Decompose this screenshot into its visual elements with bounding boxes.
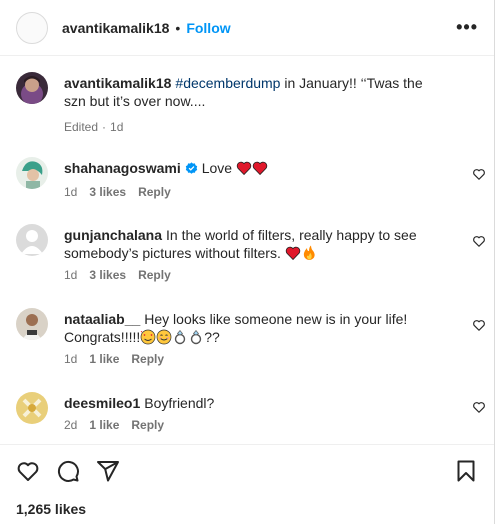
heart-emoji-icon (236, 161, 252, 176)
comment-username[interactable]: deesmileo1 (64, 395, 140, 411)
comment-meta: 1d 1 like Reply (64, 352, 164, 366)
caption-meta: Edited · 1d (64, 120, 123, 134)
post-caption: avantikamalik18 #decemberdump in January!… (16, 72, 486, 136)
more-options-icon[interactable]: ••• (456, 17, 478, 37)
comment-time[interactable]: 2d (64, 418, 77, 432)
like-comment-icon[interactable] (472, 167, 486, 181)
like-comment-icon[interactable] (472, 318, 486, 332)
comment-text: nataaliab__ Hey looks like someone new is… (64, 310, 446, 346)
comment-body: Love (201, 160, 233, 176)
post-header: avantikamalik18 • Follow ••• (0, 0, 494, 56)
caption-text: avantikamalik18 #decemberdump in January!… (64, 74, 446, 110)
ring-emoji-icon (175, 330, 186, 345)
caption-avatar[interactable] (16, 72, 48, 104)
action-bar: 1,265 likes (0, 444, 494, 524)
comment-text: gunjanchalana In the world of filters, re… (64, 226, 446, 262)
comment-item: shahanagoswami Love 1d 3 likes Reply (16, 157, 486, 205)
comment-username[interactable]: nataaliab__ (64, 311, 140, 327)
comment-avatar[interactable] (16, 224, 48, 256)
comment-text: deesmileo1 Boyfriendl? (64, 394, 446, 412)
reply-button[interactable]: Reply (131, 418, 164, 432)
comment-avatar[interactable] (16, 308, 48, 340)
comment-time[interactable]: 1d (64, 185, 77, 199)
fire-emoji-icon (303, 245, 315, 260)
comment-item: gunjanchalana In the world of filters, re… (16, 224, 486, 290)
comment-body: Boyfriendl? (144, 395, 215, 411)
comment-likes[interactable]: 1 like (89, 418, 119, 432)
smiling-face-hearts-emoji-icon (140, 329, 156, 345)
ring-emoji-icon (191, 330, 202, 345)
header-separator: • (175, 19, 181, 36)
comment-meta: 1d 3 likes Reply (64, 268, 171, 282)
comment-username[interactable]: shahanagoswami (64, 160, 181, 176)
comment-likes[interactable]: 1 like (89, 352, 119, 366)
bookmark-icon[interactable] (454, 459, 478, 483)
edited-label: Edited (64, 120, 99, 134)
caption-hashtag[interactable]: #decemberdump (175, 75, 280, 91)
heart-emoji-icon (285, 246, 300, 261)
comment-avatar[interactable] (16, 157, 48, 189)
comment-icon[interactable] (56, 459, 80, 483)
reply-button[interactable]: Reply (131, 352, 164, 366)
author-username[interactable]: avantikamalik18 (62, 20, 169, 36)
meta-separator: · (102, 120, 107, 134)
comment-item: deesmileo1 Boyfriendl? 2d 1 like Reply (16, 392, 486, 440)
comment-avatar[interactable] (16, 392, 48, 424)
heart-emoji-icon (252, 161, 268, 176)
comment-time[interactable]: 1d (64, 352, 77, 366)
like-comment-icon[interactable] (472, 234, 486, 248)
like-comment-icon[interactable] (472, 400, 486, 414)
caption-time[interactable]: 1d (110, 120, 123, 134)
likes-count[interactable]: 1,265 likes (16, 501, 86, 517)
share-icon[interactable] (96, 459, 120, 483)
comment-likes[interactable]: 3 likes (89, 268, 126, 282)
comment-meta: 1d 3 likes Reply (64, 185, 171, 199)
smiling-face-emoji-icon (156, 329, 172, 345)
caption-username[interactable]: avantikamalik18 (64, 75, 171, 91)
comment-item: nataaliab__ Hey looks like someone new is… (16, 308, 486, 374)
comments-list[interactable]: avantikamalik18 #decemberdump in January!… (0, 56, 494, 444)
heart-icon[interactable] (16, 459, 40, 483)
comment-username[interactable]: gunjanchalana (64, 227, 162, 243)
post-panel: avantikamalik18 • Follow ••• avantikamal… (0, 0, 495, 524)
author-avatar[interactable] (16, 11, 48, 44)
comment-meta: 2d 1 like Reply (64, 418, 164, 432)
comment-suffix: ?? (204, 329, 220, 345)
verified-badge-icon (185, 162, 197, 174)
follow-button[interactable]: Follow (186, 20, 230, 36)
reply-button[interactable]: Reply (138, 185, 171, 199)
reply-button[interactable]: Reply (138, 268, 171, 282)
comment-likes[interactable]: 3 likes (89, 185, 126, 199)
comment-time[interactable]: 1d (64, 268, 77, 282)
comment-text: shahanagoswami Love (64, 159, 446, 177)
